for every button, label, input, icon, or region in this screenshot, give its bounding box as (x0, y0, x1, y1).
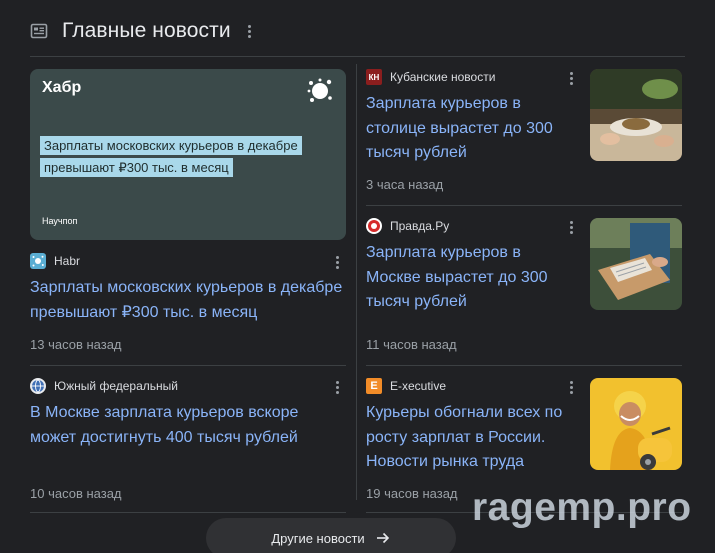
row-divider (30, 365, 346, 366)
story-timestamp: 10 часов назад (30, 486, 122, 501)
story-more-options-icon[interactable] (330, 378, 344, 396)
story-source: КН Кубанские новости (366, 68, 495, 86)
header-divider (30, 56, 685, 57)
story-headline[interactable]: Зарплата курьеров в Москве вырастет до 3… (366, 241, 572, 315)
source-name: Кубанские новости (390, 70, 496, 84)
arrow-right-icon (376, 532, 389, 544)
section-more-options-icon[interactable] (243, 22, 257, 40)
story-timestamp: 11 часов назад (366, 337, 457, 352)
source-name: Правда.Ру (390, 219, 450, 233)
story-more-options-icon[interactable] (564, 378, 578, 396)
source-name: Habr (54, 254, 81, 268)
feature-image-brand: Хабр (42, 79, 82, 96)
executive-logo-icon: E (366, 378, 382, 394)
habr-logo-icon (30, 253, 46, 269)
courier-parcel-thumbnail[interactable] (590, 218, 682, 310)
feature-image-footer: Научпоп (42, 216, 78, 226)
newspaper-icon (30, 22, 48, 40)
more-news-label: Другие новости (271, 530, 365, 546)
story-timestamp: 3 часа назад (366, 177, 444, 192)
story-source: E E-xecutive (366, 377, 446, 395)
story-headline[interactable]: Зарплаты московских курьеров в декабре п… (30, 276, 348, 325)
source-name: E-xecutive (390, 379, 447, 393)
row-divider (30, 512, 346, 513)
watermark: ragemp.pro (472, 486, 692, 529)
feature-image-headline: Зарплаты московских курьеров в декабре п… (40, 135, 315, 179)
story-more-options-icon[interactable] (564, 69, 578, 87)
row-divider (366, 205, 682, 206)
story-source: Южный федеральный (30, 377, 178, 395)
more-news-button[interactable]: Другие новости (206, 518, 456, 553)
courier-food-thumbnail[interactable] (590, 69, 682, 161)
story-headline[interactable]: Зарплата курьеров в столице вырастет до … (366, 92, 572, 166)
story-timestamp: 13 часов назад (30, 337, 122, 352)
feature-story-image[interactable]: Хабр Зарплаты московских курьеров в дека… (30, 69, 346, 240)
splash-logo-icon (307, 78, 332, 102)
story-source: Правда.Ру (366, 217, 449, 235)
row-divider (366, 365, 682, 366)
source-name: Южный федеральный (54, 379, 178, 393)
feature-source: Habr (30, 252, 80, 270)
story-headline[interactable]: Курьеры обогнали всех по росту зарплат в… (366, 401, 572, 475)
story-more-options-icon[interactable] (564, 218, 578, 236)
story-more-options-icon[interactable] (330, 253, 344, 271)
globe-logo-icon (30, 378, 46, 394)
section-header: Главные новости (30, 14, 257, 48)
kubanskie-logo-icon: КН (366, 69, 382, 85)
section-title: Главные новости (62, 19, 231, 42)
courier-scooter-thumbnail[interactable] (590, 378, 682, 470)
story-timestamp: 19 часов назад (366, 486, 458, 501)
column-divider (356, 64, 357, 500)
story-headline[interactable]: В Москве зарплата курьеров вскоре может … (30, 401, 348, 450)
pravda-logo-icon (366, 218, 382, 234)
